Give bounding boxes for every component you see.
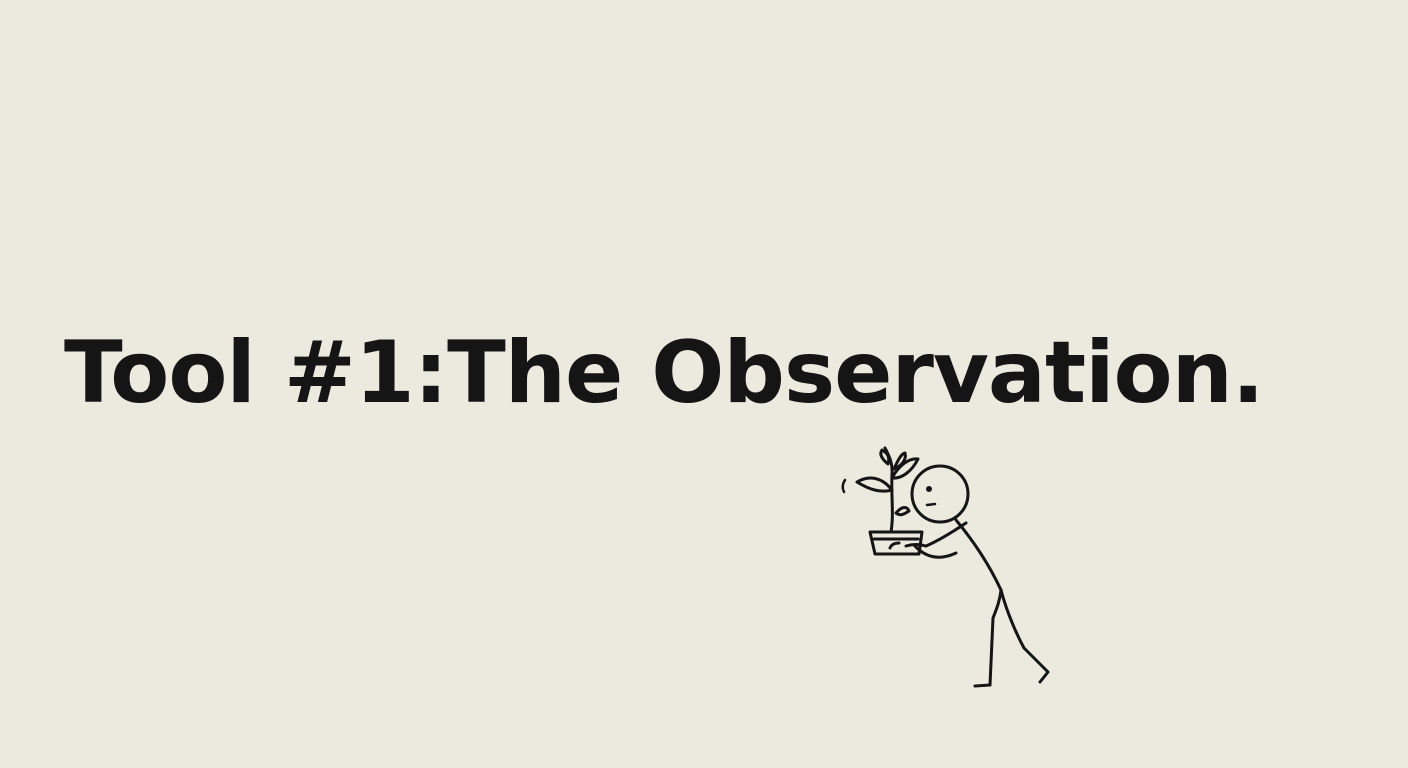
stick-figure-with-plant-illustration <box>841 446 1050 688</box>
slide: Tool #1:The Observation. <box>0 0 1408 768</box>
slide-title: Tool #1:The Observation. <box>64 323 1265 423</box>
